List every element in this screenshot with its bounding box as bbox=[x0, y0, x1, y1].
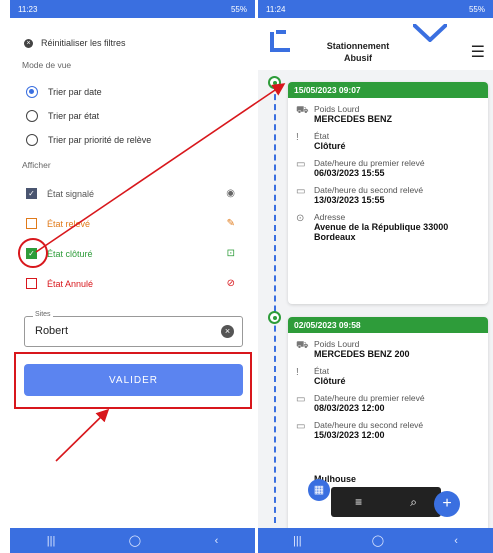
status-bar: 11:23 55% bbox=[10, 0, 255, 18]
radio-icon bbox=[26, 134, 38, 146]
reset-filters-button[interactable]: × Réinitialiser les filtres bbox=[24, 38, 245, 48]
vehicle-value: MERCEDES BENZ bbox=[314, 114, 393, 124]
filter-icon[interactable]: ≡ bbox=[355, 495, 362, 509]
address-value: Mulhouse bbox=[314, 474, 356, 484]
state-label: État relevé bbox=[47, 218, 91, 229]
timeline-dot bbox=[268, 76, 281, 89]
recents-icon[interactable]: ||| bbox=[293, 535, 302, 547]
second-date-label: Date/heure du second relevé bbox=[314, 420, 424, 430]
plus-icon: + bbox=[442, 495, 452, 512]
location-icon: ⊙ bbox=[296, 213, 305, 224]
vehicle-type: Poids Lourd bbox=[314, 339, 360, 349]
radio-selected-icon bbox=[26, 86, 38, 98]
state-label: État Annulé bbox=[47, 278, 94, 289]
vehicle-value: MERCEDES BENZ 200 bbox=[314, 349, 410, 359]
home-icon[interactable]: ◯ bbox=[129, 534, 141, 547]
timeline-line bbox=[274, 84, 276, 523]
address-value: Avenue de la République 33000 Bordeaux bbox=[314, 222, 449, 242]
info-icon: ! bbox=[296, 132, 299, 143]
sites-legend: Sites bbox=[33, 311, 53, 318]
first-date-value: 06/03/2023 15:55 bbox=[314, 168, 385, 178]
vehicle-type: Poids Lourd bbox=[314, 104, 360, 114]
close-circle-icon: × bbox=[24, 38, 33, 48]
system-nav-bar: ||| ◯ ‹ bbox=[10, 528, 255, 553]
page-title: Stationnement Abusif bbox=[313, 40, 403, 64]
sort-by-date-radio[interactable]: Trier par date bbox=[26, 86, 245, 98]
sites-value: Robert bbox=[35, 325, 69, 337]
map-button[interactable]: ▦ bbox=[308, 479, 330, 501]
state-label: État bbox=[314, 366, 330, 376]
second-date-value: 15/03/2023 12:00 bbox=[314, 430, 385, 440]
first-date-value: 08/03/2023 12:00 bbox=[314, 403, 385, 413]
status-time: 11:24 bbox=[266, 4, 286, 14]
calendar-icon: ▭ bbox=[296, 421, 306, 432]
chevron-decoration-icon bbox=[413, 24, 447, 42]
address-label: Adresse bbox=[314, 212, 346, 222]
calendar-icon: ▭ bbox=[296, 159, 306, 170]
home-icon[interactable]: ◯ bbox=[372, 534, 384, 547]
list-screen: 11:24 55% Stationnement Abusif ☰ 15/05/2… bbox=[258, 0, 493, 553]
sort-by-state-radio[interactable]: Trier par état bbox=[26, 110, 245, 122]
reset-filters-label: Réinitialiser les filtres bbox=[41, 38, 126, 48]
card-date: 15/05/2023 09:07 bbox=[288, 82, 488, 98]
status-battery: 55% bbox=[468, 4, 485, 14]
add-button[interactable]: + bbox=[434, 491, 460, 517]
state-value: Clôturé bbox=[314, 376, 346, 386]
sort-by-priority-radio[interactable]: Trier par priorité de relève bbox=[26, 134, 245, 146]
calendar-icon: ▭ bbox=[296, 394, 306, 405]
state-label: État bbox=[314, 131, 330, 141]
second-date-label: Date/heure du second relevé bbox=[314, 185, 424, 195]
state-label: État signalé bbox=[47, 188, 95, 199]
highlight-circle bbox=[18, 238, 48, 268]
second-date-value: 13/03/2023 15:55 bbox=[314, 195, 385, 205]
first-date-label: Date/heure du premier relevé bbox=[314, 158, 425, 168]
title-line-1: Stationnement bbox=[326, 41, 390, 51]
cancel-icon: ⊘ bbox=[226, 278, 235, 289]
app-logo bbox=[270, 30, 290, 52]
sort-option-label: Trier par date bbox=[48, 87, 102, 97]
validate-button[interactable]: VALIDER bbox=[24, 364, 243, 396]
back-icon[interactable]: ‹ bbox=[454, 535, 458, 547]
truck-icon: ⛟ bbox=[296, 105, 309, 116]
back-icon[interactable]: ‹ bbox=[215, 535, 219, 547]
state-reported-checkbox[interactable]: ✓ État signalé ◉ bbox=[26, 188, 245, 199]
lock-icon: ⊡ bbox=[226, 248, 235, 259]
checkbox-checked-icon: ✓ bbox=[26, 188, 37, 199]
incident-card[interactable]: 15/05/2023 09:07 ⛟ Poids Lourd MERCEDES … bbox=[288, 82, 488, 304]
map-icon: ▦ bbox=[313, 484, 325, 496]
status-bar: 11:24 55% bbox=[258, 0, 493, 18]
status-battery: 55% bbox=[230, 4, 247, 14]
state-recorded-checkbox[interactable]: État relevé ✎ bbox=[26, 218, 245, 229]
menu-icon[interactable]: ☰ bbox=[471, 42, 485, 62]
search-icon[interactable]: ⌕ bbox=[410, 495, 417, 510]
state-label: État clôturé bbox=[47, 248, 93, 259]
calendar-icon: ▭ bbox=[296, 186, 306, 197]
state-cancelled-checkbox[interactable]: État Annulé ⊘ bbox=[26, 278, 245, 289]
radio-icon bbox=[26, 110, 38, 122]
status-time: 11:23 bbox=[18, 4, 38, 14]
info-icon: ! bbox=[296, 367, 299, 378]
clear-icon[interactable]: × bbox=[221, 325, 234, 338]
first-date-label: Date/heure du premier relevé bbox=[314, 393, 425, 403]
sort-option-label: Trier par priorité de relève bbox=[48, 135, 152, 145]
state-value: Clôturé bbox=[314, 141, 346, 151]
checkbox-icon bbox=[26, 278, 37, 289]
state-closed-checkbox[interactable]: ✓ État clôturé ⊡ bbox=[26, 248, 245, 259]
sites-field[interactable]: Sites Robert × bbox=[24, 311, 243, 347]
eye-icon: ◉ bbox=[226, 188, 235, 199]
view-mode-title: Mode de vue bbox=[22, 60, 72, 70]
recents-icon[interactable]: ||| bbox=[47, 535, 56, 547]
checkbox-icon bbox=[26, 218, 37, 229]
app-header: Stationnement Abusif ☰ bbox=[258, 18, 493, 70]
card-date: 02/05/2023 09:58 bbox=[288, 317, 488, 333]
edit-icon: ✎ bbox=[226, 218, 235, 229]
title-line-2: Abusif bbox=[344, 53, 372, 63]
show-title: Afficher bbox=[22, 160, 51, 170]
sort-option-label: Trier par état bbox=[48, 111, 100, 121]
bottom-action-bar: ≡ ⌕ bbox=[331, 487, 441, 517]
truck-icon: ⛟ bbox=[296, 340, 309, 351]
filter-screen: 11:23 55% × Réinitialiser les filtres Mo… bbox=[10, 0, 255, 553]
timeline-dot bbox=[268, 311, 281, 324]
system-nav-bar: ||| ◯ ‹ bbox=[258, 528, 493, 553]
